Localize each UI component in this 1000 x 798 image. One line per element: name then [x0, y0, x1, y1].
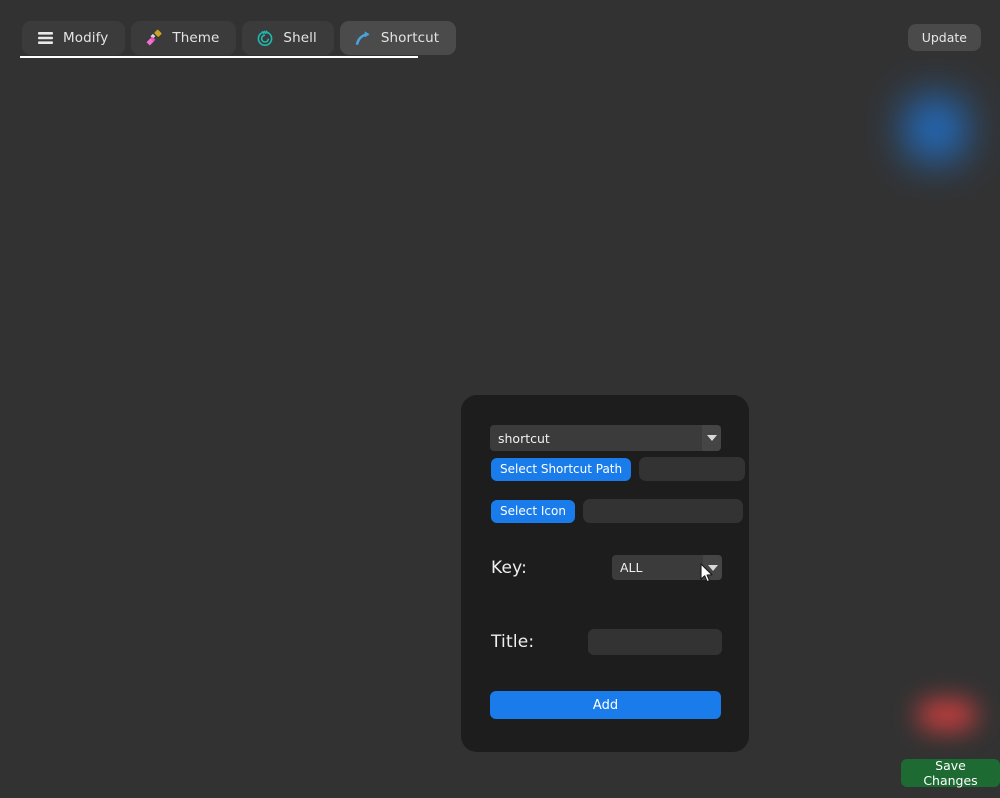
shortcut-type-select[interactable]: shortcut: [490, 425, 721, 451]
chevron-down-icon[interactable]: [702, 425, 721, 451]
shell-spiral-icon: [256, 29, 274, 47]
title-row: Title:: [491, 629, 722, 655]
blue-glow-decoration: [908, 100, 963, 158]
tab-modify-label: Modify: [63, 30, 109, 46]
shortcut-form-panel: shortcut Select Shortcut Path Select Ico…: [461, 395, 749, 752]
hamburger-menu-icon: [36, 29, 54, 47]
tab-theme-label: Theme: [172, 30, 220, 46]
tab-list: Modify Theme Shell Shortcut: [22, 21, 457, 55]
tab-shortcut-label: Shortcut: [380, 30, 440, 46]
shortcut-icon-input[interactable]: [582, 499, 743, 523]
title-input[interactable]: [588, 629, 722, 655]
shortcut-type-value: shortcut: [498, 430, 550, 446]
shortcut-path-row: Select Shortcut Path: [491, 457, 746, 481]
update-button[interactable]: Update: [907, 24, 981, 51]
curved-arrow-icon: [354, 29, 372, 47]
key-label: Key:: [491, 557, 528, 578]
paintbrush-icon: [145, 29, 163, 47]
shortcut-path-input[interactable]: [639, 457, 746, 481]
select-icon-button[interactable]: Select Icon: [491, 499, 575, 523]
chevron-down-icon[interactable]: [703, 555, 722, 580]
key-select[interactable]: ALL: [612, 555, 722, 580]
save-changes-button[interactable]: Save Changes: [901, 758, 1000, 788]
tab-theme[interactable]: Theme: [131, 21, 237, 55]
tab-shortcut[interactable]: Shortcut: [339, 21, 457, 55]
title-label: Title:: [491, 632, 535, 652]
add-button[interactable]: Add: [490, 691, 721, 719]
select-shortcut-path-button[interactable]: Select Shortcut Path: [491, 457, 632, 481]
key-row: Key: ALL: [491, 555, 722, 580]
shortcut-icon-row: Select Icon: [491, 499, 743, 523]
tab-shell-label: Shell: [283, 30, 317, 46]
tab-bar-underline: [20, 56, 418, 58]
top-tab-bar: Modify Theme Shell Shortcut Update: [0, 0, 1000, 58]
tab-modify[interactable]: Modify: [22, 21, 126, 55]
red-glow-decoration: [918, 700, 976, 730]
tab-shell[interactable]: Shell: [242, 21, 334, 55]
key-select-value: ALL: [620, 560, 643, 575]
